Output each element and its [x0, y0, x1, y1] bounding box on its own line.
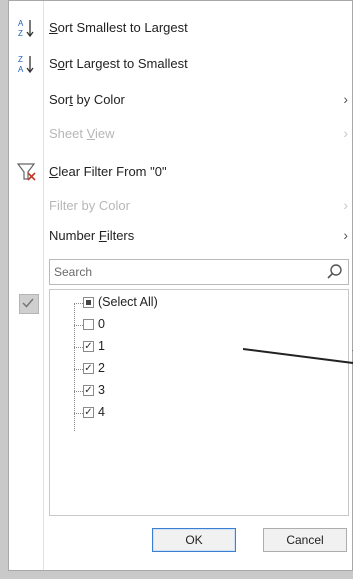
menu-item-filter-by-color: Filter by Color › [9, 191, 353, 221]
checkbox-checked[interactable]: ✓ [83, 385, 94, 396]
menu-item-sort-by-color[interactable]: Sort by Color › [9, 85, 353, 115]
menu-item-label: Number Filters [49, 228, 135, 243]
menu-item-number-filters[interactable]: Number Filters › [9, 221, 353, 251]
menu-item-sort-largest-to-smallest[interactable]: Z A Sort Largest to Smallest [9, 49, 353, 79]
clear-filter-icon [16, 163, 36, 181]
submenu-chevron-icon: › [343, 227, 348, 243]
search-icon[interactable] [326, 263, 344, 281]
search-input[interactable] [50, 260, 328, 284]
list-item-label: 3 [98, 383, 105, 397]
menu-item-label: Sheet View [49, 126, 115, 141]
list-item-label: 2 [98, 361, 105, 375]
sort-ascending-icon: A Z [18, 19, 34, 38]
filter-dropdown-panel: A Z Sort Smallest to Largest Z A Sort La… [8, 0, 353, 571]
checkbox-checked[interactable]: ✓ [83, 407, 94, 418]
gutter-check-icon [19, 294, 39, 314]
ok-button[interactable]: OK [152, 528, 236, 552]
list-item-label: (Select All) [98, 295, 158, 309]
filter-value-list[interactable]: (Select All) 0 ✓ 1 ✓ 2 ✓ 3 ✓ 4 [49, 289, 349, 516]
checkbox-checked[interactable]: ✓ [83, 341, 94, 352]
checkbox-unchecked[interactable] [83, 319, 94, 330]
svg-text:A: A [18, 65, 24, 74]
checkbox-partial[interactable] [83, 297, 94, 308]
sort-descending-icon: Z A [18, 55, 34, 74]
submenu-chevron-icon: › [343, 125, 348, 141]
menu-item-label: Sort by Color [49, 92, 125, 107]
menu-item-label: Sort Largest to Smallest [49, 56, 188, 71]
svg-text:A: A [18, 19, 24, 28]
menu-item-clear-filter[interactable]: Clear Filter From "0" [9, 157, 353, 187]
checkbox-checked[interactable]: ✓ [83, 363, 94, 374]
search-box [49, 259, 349, 285]
submenu-chevron-icon: › [343, 197, 348, 213]
menu-item-label: Sort Smallest to Largest [49, 20, 188, 35]
menu-item-sheet-view: Sheet View › [9, 119, 353, 149]
svg-text:Z: Z [18, 55, 23, 64]
menu-item-label: Clear Filter From "0" [49, 164, 167, 179]
tree-connector [74, 303, 75, 431]
svg-text:Z: Z [18, 29, 23, 38]
list-item-label: 4 [98, 405, 105, 419]
list-item-label: 0 [98, 317, 105, 331]
list-item-label: 1 [98, 339, 105, 353]
callout-arrow [243, 348, 353, 364]
menu-item-label: Filter by Color [49, 198, 130, 213]
cancel-button[interactable]: Cancel [263, 528, 347, 552]
submenu-chevron-icon: › [343, 91, 348, 107]
menu-item-sort-smallest-to-largest[interactable]: A Z Sort Smallest to Largest [9, 13, 353, 43]
